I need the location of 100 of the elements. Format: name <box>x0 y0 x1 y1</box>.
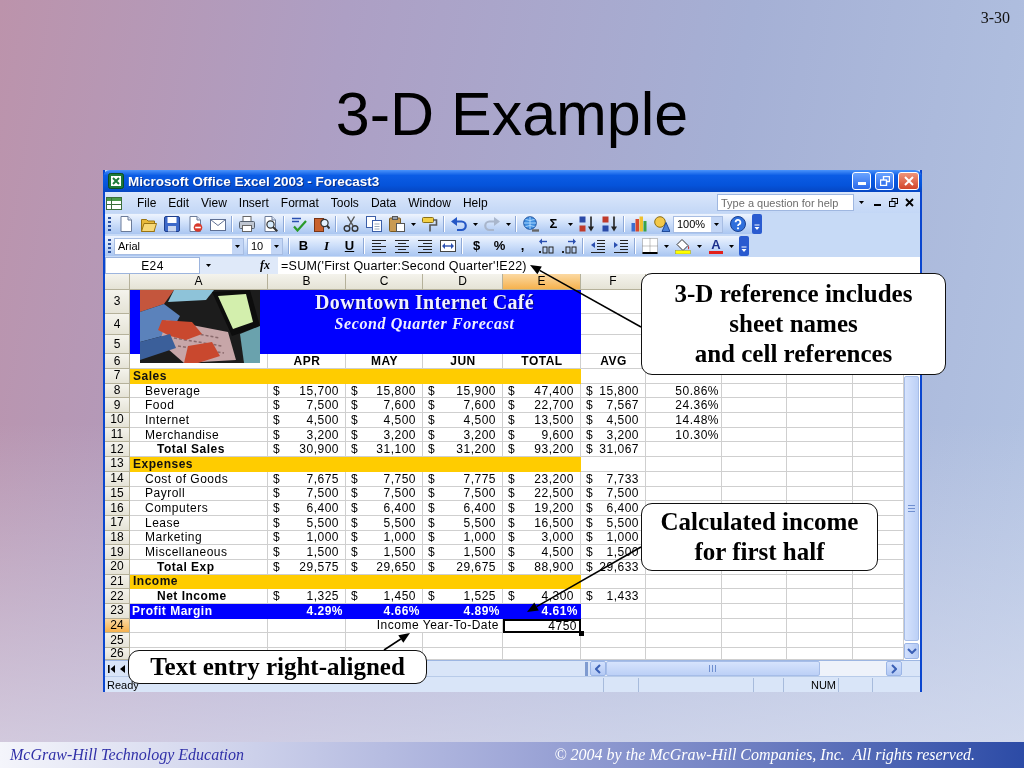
menu-item[interactable]: Window <box>402 194 457 211</box>
menu-item[interactable]: Format <box>274 194 325 211</box>
help-icon[interactable] <box>729 216 746 232</box>
column-header[interactable]: B <box>268 274 346 290</box>
spell-check-icon[interactable] <box>290 216 307 232</box>
save-icon[interactable] <box>163 216 180 232</box>
grip-handle[interactable] <box>108 217 111 231</box>
formula-field[interactable]: =SUM('First Quarter:Second Quarter'!E22) <box>278 257 920 274</box>
row-header[interactable]: 9 <box>105 398 130 414</box>
menu-item[interactable]: View <box>195 194 233 211</box>
scissors-icon[interactable] <box>342 216 359 232</box>
shapes-icon[interactable] <box>653 216 670 232</box>
clipboard-icon[interactable] <box>388 216 405 232</box>
currency-button[interactable]: $ <box>465 237 488 255</box>
first-sheet-icon[interactable] <box>108 664 115 673</box>
column-header[interactable]: A <box>130 274 268 290</box>
zoom-dropdown[interactable]: 100% <box>673 215 723 233</box>
column-header[interactable]: D <box>423 274 503 290</box>
printer-icon[interactable] <box>238 216 255 232</box>
caret-icon[interactable] <box>859 201 864 204</box>
restore-icon[interactable] <box>889 198 898 207</box>
close-icon[interactable] <box>905 198 914 207</box>
percent-button[interactable]: % <box>488 237 511 255</box>
sort-descending-icon[interactable] <box>601 216 618 232</box>
globe-icon[interactable] <box>522 216 539 232</box>
row-header[interactable]: 10 <box>105 413 130 428</box>
caret-icon[interactable] <box>274 244 279 248</box>
align-center-icon[interactable] <box>393 238 410 254</box>
caret-icon[interactable] <box>567 222 573 226</box>
comma-button[interactable]: , <box>511 237 534 255</box>
folder-icon[interactable] <box>140 216 157 232</box>
increase-decimal-icon[interactable] <box>537 238 554 254</box>
scroll-right-button[interactable] <box>886 661 902 676</box>
font-color-button[interactable]: A <box>709 238 723 254</box>
caret-icon[interactable] <box>663 244 669 248</box>
autosum-button[interactable]: Σ <box>542 215 565 233</box>
column-header[interactable]: C <box>346 274 423 290</box>
bar-chart-icon[interactable] <box>630 216 647 232</box>
fill-handle[interactable] <box>579 631 584 637</box>
caret-icon[interactable] <box>205 264 211 267</box>
help-search-field[interactable]: Type a question for help <box>717 194 854 211</box>
paint-bucket-icon[interactable] <box>674 238 691 254</box>
grip-handle[interactable] <box>108 239 111 253</box>
minimize-button[interactable] <box>852 172 871 190</box>
align-right-icon[interactable] <box>416 238 433 254</box>
caret-icon[interactable] <box>728 244 734 248</box>
row-header[interactable]: 23 <box>105 604 130 619</box>
horizontal-scrollbar[interactable] <box>590 661 902 676</box>
caret-icon[interactable] <box>472 222 478 226</box>
menu-item[interactable]: Edit <box>162 194 196 211</box>
row-header[interactable]: 26 <box>105 648 130 660</box>
align-left-icon[interactable] <box>370 238 387 254</box>
menu-item[interactable]: Tools <box>324 194 365 211</box>
row-header[interactable]: 16 <box>105 501 130 516</box>
page-magnifier-icon[interactable] <box>261 216 278 232</box>
font-name-dropdown[interactable]: Arial <box>114 237 244 255</box>
merge-center-icon[interactable] <box>439 238 456 254</box>
scroll-down-button[interactable] <box>904 643 919 659</box>
row-header[interactable]: 22 <box>105 589 130 604</box>
bold-button[interactable]: B <box>292 237 315 255</box>
new-document-icon[interactable] <box>117 216 134 232</box>
chevron-down-icon[interactable] <box>906 648 917 654</box>
menu-item[interactable]: Insert <box>232 194 275 211</box>
row-header[interactable]: 19 <box>105 545 130 560</box>
underline-button[interactable]: U <box>338 237 361 255</box>
toolbar-options-icon[interactable] <box>752 214 762 234</box>
decrease-indent-icon[interactable] <box>589 238 606 254</box>
copy-icon[interactable] <box>365 216 382 232</box>
tab-split-handle[interactable] <box>585 661 588 676</box>
insert-function-button[interactable]: fx <box>256 257 274 274</box>
menu-item[interactable]: Data <box>364 194 403 211</box>
workbook-icon[interactable] <box>106 194 122 211</box>
row-header[interactable]: 12 <box>105 442 130 458</box>
sort-ascending-icon[interactable] <box>578 216 595 232</box>
row-header[interactable]: 6 <box>105 354 130 369</box>
decrease-decimal-icon[interactable] <box>560 238 577 254</box>
paintbrush-icon[interactable] <box>421 216 438 232</box>
caret-icon[interactable] <box>696 244 702 248</box>
row-header[interactable]: 4 <box>105 314 130 335</box>
row-header[interactable]: 5 <box>105 335 130 354</box>
font-size-dropdown[interactable]: 10 <box>247 237 283 255</box>
scrollbar-thumb[interactable] <box>606 661 820 676</box>
previous-sheet-icon[interactable] <box>120 664 125 673</box>
caret-icon[interactable] <box>235 244 240 248</box>
column-header[interactable]: E <box>503 274 581 290</box>
caret-icon[interactable] <box>410 222 416 226</box>
caret-icon[interactable] <box>505 222 511 226</box>
increase-indent-icon[interactable] <box>612 238 629 254</box>
name-box[interactable]: E24 <box>105 257 200 274</box>
menu-item[interactable]: File <box>131 194 163 211</box>
column-header[interactable]: F <box>581 274 646 290</box>
scrollbar-thumb[interactable] <box>904 376 919 641</box>
italic-button[interactable]: I <box>315 237 338 255</box>
undo-icon[interactable] <box>450 216 467 232</box>
menu-item[interactable]: Help <box>456 194 494 211</box>
toolbar-options-icon[interactable] <box>739 236 749 256</box>
restore-button[interactable] <box>875 172 894 190</box>
envelope-icon[interactable] <box>209 216 226 232</box>
row-header[interactable]: 7 <box>105 369 130 384</box>
chevron-right-icon[interactable] <box>891 663 897 674</box>
